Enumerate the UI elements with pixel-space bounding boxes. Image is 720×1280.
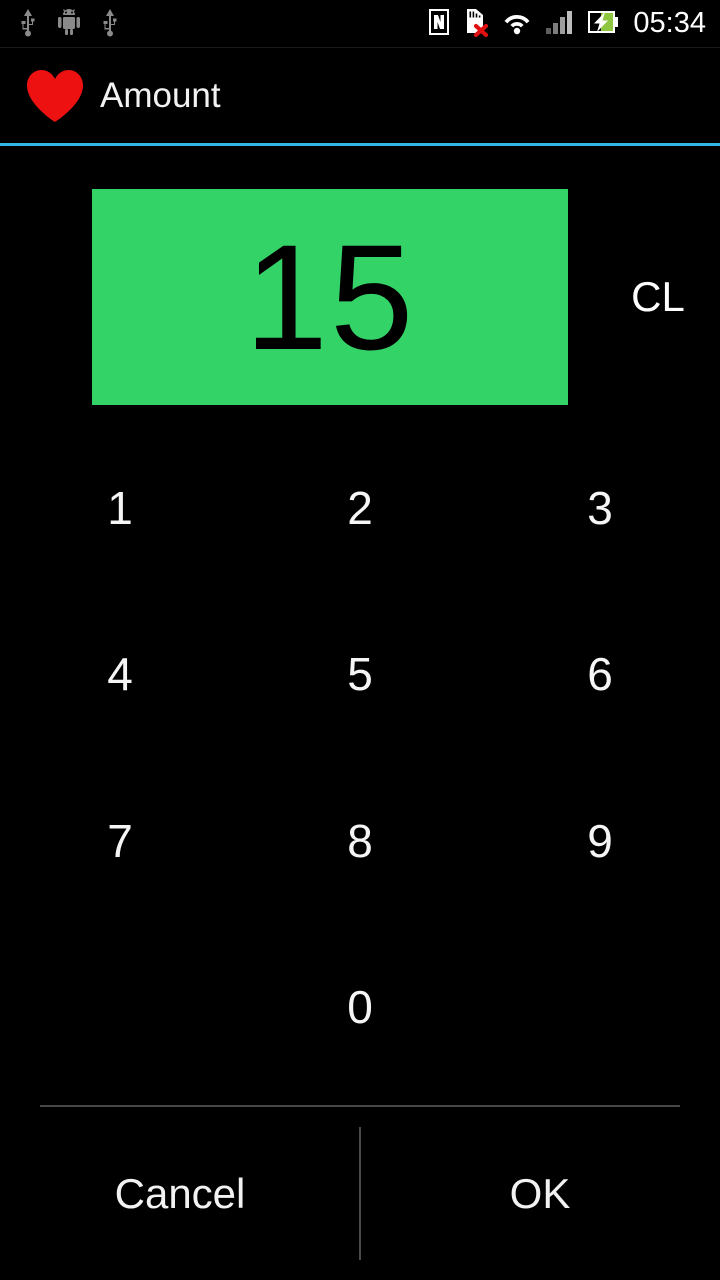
usb-icon-2 [100, 7, 120, 42]
wifi-icon [501, 9, 533, 40]
key-2[interactable]: 2 [240, 425, 480, 591]
status-bar-left-icons [18, 0, 120, 48]
status-bar: 05:34 [0, 0, 720, 48]
nfc-icon [427, 7, 451, 42]
battery-charging-icon [587, 9, 619, 40]
clear-button[interactable]: CL [596, 189, 720, 405]
page-title: Amount [100, 75, 221, 115]
heart-icon [22, 66, 88, 126]
key-8[interactable]: 8 [240, 758, 480, 924]
key-1[interactable]: 1 [0, 425, 240, 591]
title-accent-divider [0, 143, 720, 146]
status-bar-right-icons: 05:34 [427, 0, 706, 48]
key-9[interactable]: 9 [480, 758, 720, 924]
amount-display-row: 15 CL [0, 189, 720, 405]
title-bar: Amount [0, 48, 720, 143]
status-bar-clock: 05:34 [633, 6, 706, 39]
sd-card-removed-icon [463, 6, 489, 42]
key-blank-left [0, 924, 240, 1090]
key-7[interactable]: 7 [0, 758, 240, 924]
button-bar-vertical-divider [359, 1127, 361, 1260]
amount-value: 15 [244, 213, 416, 381]
android-icon [54, 8, 84, 41]
usb-icon [18, 7, 38, 42]
cancel-button[interactable]: Cancel [0, 1108, 360, 1280]
key-4[interactable]: 4 [0, 591, 240, 757]
key-5[interactable]: 5 [240, 591, 480, 757]
numeric-keypad: 1 2 3 4 5 6 7 8 9 0 [0, 425, 720, 1090]
key-blank-right [480, 924, 720, 1090]
ok-button[interactable]: OK [360, 1108, 720, 1280]
amount-display[interactable]: 15 [92, 189, 568, 405]
signal-icon [545, 8, 575, 41]
key-6[interactable]: 6 [480, 591, 720, 757]
key-0[interactable]: 0 [240, 924, 480, 1090]
key-3[interactable]: 3 [480, 425, 720, 591]
button-bar-top-divider [40, 1105, 680, 1107]
